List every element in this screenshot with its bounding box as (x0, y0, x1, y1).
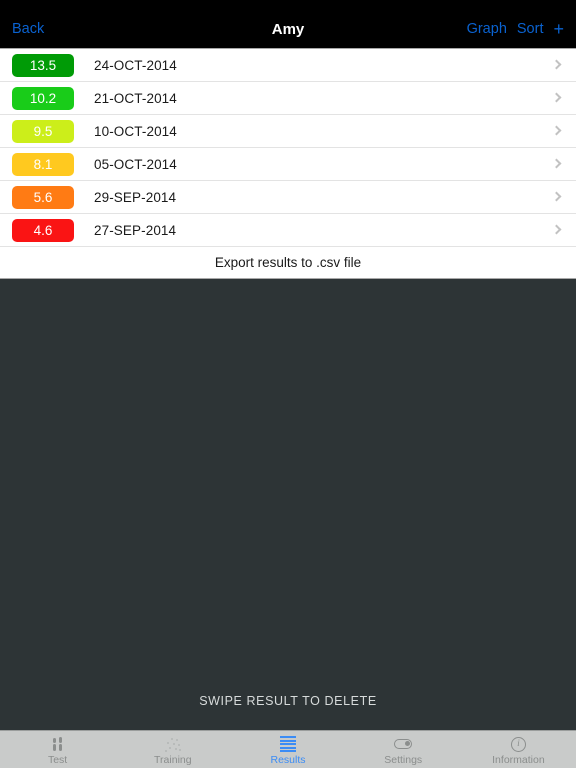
tab-results[interactable]: Results (230, 731, 345, 768)
result-date-label: 05-OCT-2014 (94, 156, 177, 172)
table-row[interactable]: 9.5 10-OCT-2014 (0, 115, 576, 148)
result-date-label: 24-OCT-2014 (94, 57, 177, 73)
export-csv-button[interactable]: Export results to .csv file (0, 247, 576, 279)
chevron-right-icon (551, 125, 562, 136)
info-icon: i (510, 736, 526, 753)
dots-icon (164, 736, 182, 753)
navigation-bar: Back Amy Graph Sort + (0, 10, 576, 48)
result-date-label: 29-SEP-2014 (94, 189, 177, 205)
tab-bar: Test Training Results Settings i Informa… (0, 730, 576, 768)
add-result-icon[interactable]: + (553, 20, 564, 38)
tab-test-label: Test (47, 753, 68, 766)
result-value-badge: 9.5 (12, 119, 74, 143)
status-bar (0, 0, 576, 10)
export-csv-label: Export results to .csv file (214, 255, 362, 270)
results-rows: 13.5 24-OCT-2014 10.2 21-OCT-2014 9.5 10-OCT-… (0, 49, 576, 247)
table-row[interactable]: 13.5 24-OCT-2014 (0, 49, 576, 82)
tab-training[interactable]: Training (115, 731, 230, 768)
table-row[interactable]: 8.1 05-OCT-2014 (0, 148, 576, 181)
chevron-right-icon (551, 59, 562, 70)
result-value-badge: 4.6 (12, 218, 74, 242)
result-value-badge: 13.5 (12, 53, 74, 77)
tab-information[interactable]: i Information (461, 731, 576, 768)
nav-right-group: Graph Sort + (467, 20, 564, 38)
result-value-badge: 10.2 (12, 86, 74, 110)
tab-settings-label: Settings (384, 753, 423, 766)
chevron-right-icon (551, 224, 562, 235)
toggle-icon (394, 736, 413, 753)
chevron-right-icon (551, 191, 562, 202)
tab-information-label: Information (492, 753, 545, 766)
result-value-badge: 5.6 (12, 185, 74, 209)
result-date-label: 27-SEP-2014 (94, 222, 177, 238)
chevron-right-icon (551, 92, 562, 103)
swipe-hint-label: SWIPE RESULT TO DELETE (199, 694, 377, 708)
people-icon (50, 736, 66, 753)
empty-content-area: SWIPE RESULT TO DELETE (0, 279, 576, 730)
graph-button[interactable]: Graph (467, 22, 507, 37)
result-value-badge: 8.1 (12, 152, 74, 176)
sort-button[interactable]: Sort (517, 22, 544, 37)
result-date-label: 10-OCT-2014 (94, 123, 177, 139)
list-icon (280, 736, 296, 753)
tab-test[interactable]: Test (0, 731, 115, 768)
table-row[interactable]: 10.2 21-OCT-2014 (0, 82, 576, 115)
tab-results-label: Results (270, 753, 306, 766)
tab-training-label: Training (154, 753, 192, 766)
table-row[interactable]: 5.6 29-SEP-2014 (0, 181, 576, 214)
chevron-right-icon (551, 158, 562, 169)
results-list: 13.5 24-OCT-2014 10.2 21-OCT-2014 9.5 10-OCT-… (0, 48, 576, 279)
app-root: Back Amy Graph Sort + 13.5 24-OCT-2014 10.… (0, 0, 576, 768)
result-date-label: 21-OCT-2014 (94, 90, 177, 106)
back-button[interactable]: Back (12, 22, 44, 37)
table-row[interactable]: 4.6 27-SEP-2014 (0, 214, 576, 247)
nav-left-group: Back (12, 22, 44, 37)
tab-settings[interactable]: Settings (346, 731, 461, 768)
